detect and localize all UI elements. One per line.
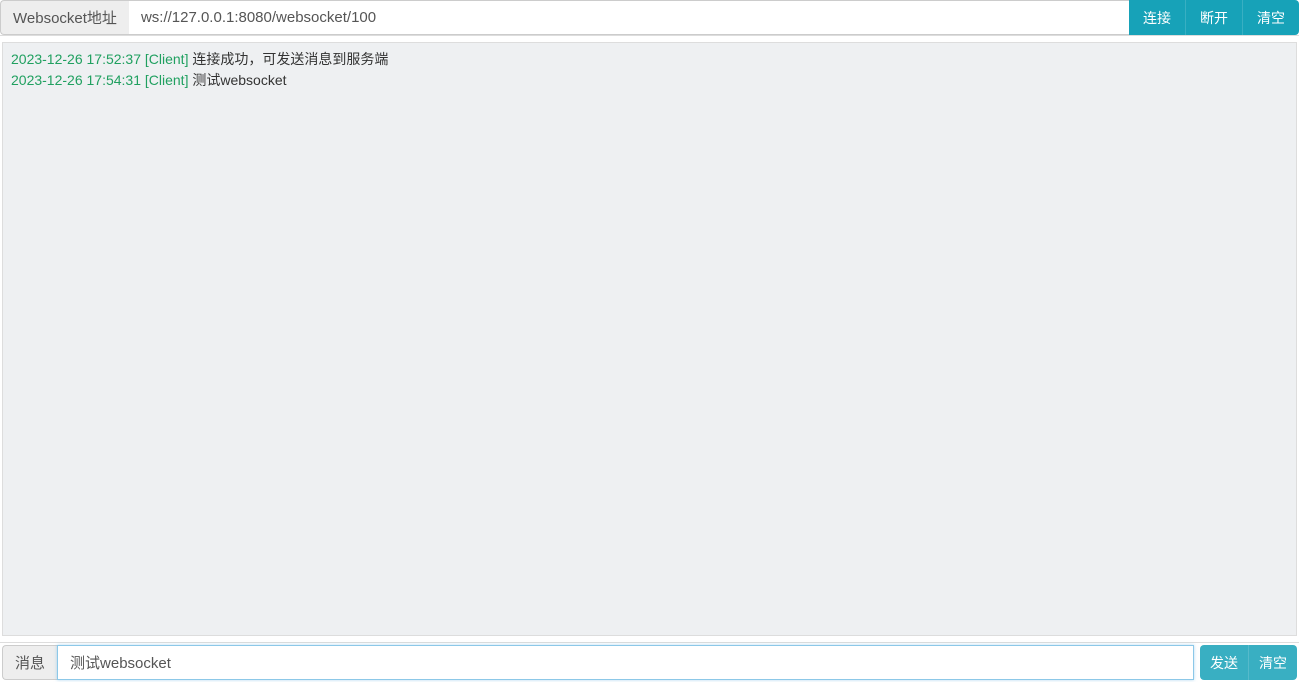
bottom-bar: 消息 发送 清空 [0,642,1299,682]
disconnect-button[interactable]: 断开 [1185,0,1242,35]
log-area: 2023-12-26 17:52:37 [Client] 连接成功，可发送消息到… [2,42,1297,636]
bottom-button-group: 发送 清空 [1200,645,1297,680]
connect-button[interactable]: 连接 [1129,0,1185,35]
clear-log-button[interactable]: 清空 [1242,0,1299,35]
address-label: Websocket地址 [0,0,129,35]
log-entry: 2023-12-26 17:52:37 [Client] 连接成功，可发送消息到… [11,49,1288,70]
top-bar: Websocket地址 连接 断开 清空 [0,0,1299,36]
log-entry: 2023-12-26 17:54:31 [Client] 测试websocket [11,70,1288,91]
address-input[interactable] [129,0,1129,35]
log-timestamp: 2023-12-26 17:52:37 [11,51,141,67]
log-source: [Client] [141,51,192,67]
top-button-group: 连接 断开 清空 [1129,0,1299,35]
log-message: 测试websocket [192,72,286,88]
log-timestamp: 2023-12-26 17:54:31 [11,72,141,88]
log-source: [Client] [141,72,192,88]
log-message: 连接成功，可发送消息到服务端 [192,51,388,67]
message-label: 消息 [2,645,57,680]
message-input[interactable] [57,645,1194,680]
send-button[interactable]: 发送 [1200,645,1248,680]
clear-message-button[interactable]: 清空 [1248,645,1297,680]
